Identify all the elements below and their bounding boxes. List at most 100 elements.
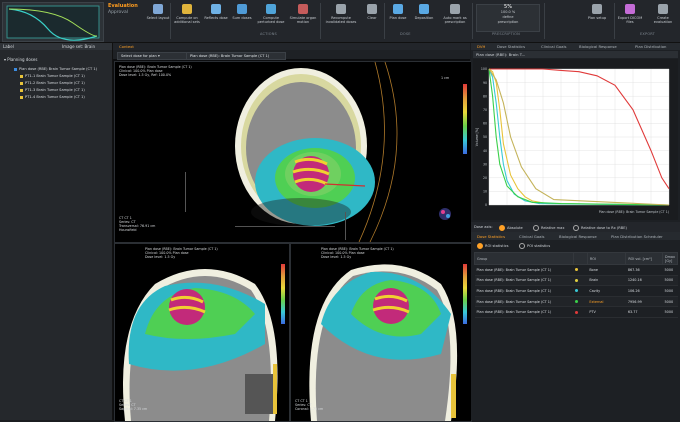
tree-item[interactable]: PT1-2 Brain Tumor Sample (CT 1) [20, 81, 85, 85]
y-tick-label: 10 [483, 190, 487, 194]
prescription-icon [450, 4, 460, 14]
sagittal-view[interactable]: Plan dose (RBE): Brain Tumor Sample (CT … [114, 243, 290, 422]
y-tick-label: 60 [483, 122, 487, 126]
sum-doses-button[interactable]: Sum doses [230, 4, 254, 20]
clear-button[interactable]: Clear [362, 4, 382, 20]
radio-icon [533, 224, 539, 231]
compute-additional-button[interactable]: Compute on additional sets [172, 4, 202, 24]
dose-title-dropdown[interactable]: Plan dose (RBE): Brain Tumor Sample (CT … [186, 52, 286, 60]
tab-clinical-goals-2[interactable]: Clinical Goals [515, 233, 549, 240]
column-header[interactable]: Group [474, 252, 574, 265]
radio-icon [477, 243, 483, 249]
create-evaluation-button[interactable]: Create evaluation [648, 4, 678, 24]
y-tick-label: 30 [483, 162, 487, 166]
right-panel-tabs: DVH Dose Statistics Clinical Goals Biolo… [471, 43, 680, 50]
roi-color-icon [575, 268, 579, 272]
table-row[interactable]: Plan dose (RBE): Brain Tumor Sample (CT … [474, 306, 678, 318]
dose-select-dropdown[interactable]: Select dose for plan ▾ [117, 52, 187, 60]
roi-cell: PTV [587, 306, 626, 318]
y-tick-label: 80 [483, 94, 487, 98]
dmax-cell: 5000 [662, 296, 678, 308]
axial-image [185, 62, 451, 242]
option-roi-stats[interactable]: ROI statistics [477, 243, 509, 249]
table-row[interactable]: Plan dose (RBE): Brain Tumor Sample (CT … [474, 275, 678, 287]
clear-icon [367, 4, 377, 14]
tab-biological-response[interactable]: Biological Response [575, 43, 621, 50]
image-info-line: Sagittal: 7.35 cm [119, 407, 148, 411]
radio-icon [499, 224, 505, 231]
column-header[interactable]: ROI vol. [cm³] [625, 252, 663, 265]
recompute-button[interactable]: Recompute invalidated doses [324, 4, 358, 24]
sagittal-image [123, 269, 278, 421]
tab-dose-stats[interactable]: Dose Statistics [473, 233, 509, 240]
export-dicom-button[interactable]: Export DICOM files [616, 4, 644, 24]
tree-item[interactable]: PT1-4 Brain Tumor Sample (CT 1) [20, 95, 85, 99]
group-cell: Plan dose (RBE): Brain Tumor Sample (CT … [474, 275, 574, 287]
radio-icon [519, 243, 525, 249]
option-relative-max[interactable]: Relative max [533, 224, 564, 231]
roi-color-icon [575, 310, 579, 314]
organ-motion-icon [298, 4, 308, 14]
coronal-image [309, 264, 458, 421]
y-tick-label: 90 [483, 81, 487, 85]
plan-setup-icon [592, 4, 602, 14]
group-cell: Plan dose (RBE): Brain Tumor Sample (CT … [474, 264, 574, 276]
plan-setup-button[interactable]: Plan setup [584, 4, 610, 20]
auto-mark-prescription-button[interactable]: Auto mark as prescription [440, 4, 470, 24]
dose-statistics-table: Group ROI ROI vol. [cm³] Dmax [Gy] Plan … [474, 252, 678, 318]
tab-context[interactable]: Context [115, 43, 138, 50]
image-set-header[interactable]: Image set: Brain [62, 44, 95, 49]
chevron-down-icon: ▾ [157, 54, 160, 58]
select-layout-button[interactable]: Select layout [146, 4, 170, 20]
table-row[interactable]: Plan dose (RBE): Brain Tumor Sample (CT … [474, 285, 678, 297]
y-tick-label: 20 [483, 176, 487, 180]
option-relative-rx[interactable]: Relative dose to Rx (RBE) [573, 224, 627, 231]
option-poi-stats[interactable]: POI statistics [519, 243, 550, 249]
simulate-organ-motion-button[interactable]: Simulate organ motion [288, 4, 318, 24]
plan-dose-icon [393, 4, 403, 14]
dvh-title-bar: Plan dose (RBE): Brain T... [473, 51, 678, 58]
ribbon: Evaluation Approval Select layout Comput… [0, 0, 680, 43]
tab-clinical-goals[interactable]: Clinical Goals [537, 43, 571, 50]
tab-bio-response-2[interactable]: Biological Response [555, 233, 601, 240]
tab-plan-scheduler[interactable]: Plan Distribution Scheduler [607, 233, 667, 240]
evaluation-icon [658, 4, 668, 14]
dose-color-icon [20, 95, 23, 99]
option-absolute[interactable]: Absolute [499, 224, 523, 231]
image-info-line: Hounsfield [119, 228, 137, 232]
module-thumbnail[interactable] [2, 2, 104, 42]
prescription-box[interactable]: 5% 100.0 % define prescription [476, 4, 540, 32]
dvh-title: Plan dose (RBE): Brain T... [476, 52, 526, 57]
tab-dvh[interactable]: DVH [473, 43, 489, 50]
reflect-dose-button[interactable]: Reflects dose [204, 4, 228, 20]
planning-doses-section[interactable]: ▾ Planning doses [4, 57, 37, 62]
dose-color-icon [20, 88, 23, 92]
deposition-button[interactable]: Deposition [412, 4, 436, 20]
column-header[interactable]: Dmax [Gy] [662, 252, 678, 265]
column-header[interactable] [572, 252, 588, 265]
tab-plan-distribution[interactable]: Plan Distribution [631, 43, 670, 50]
context-bar: Context [113, 43, 470, 50]
reflect-icon [211, 4, 221, 14]
tab-dose-statistics[interactable]: Dose Statistics [493, 43, 529, 50]
group-cell: Plan dose (RBE): Brain Tumor Sample (CT … [474, 285, 574, 297]
table-row[interactable]: Plan dose (RBE): Brain Tumor Sample (CT … [474, 264, 678, 276]
y-tick-label: 40 [483, 149, 487, 153]
group-actions-label: ACTIONS [260, 32, 277, 36]
plan-dose-button[interactable]: Plan dose [386, 4, 410, 20]
dose-colorbar [463, 264, 467, 324]
column-header[interactable]: ROI [586, 252, 627, 265]
coronal-view[interactable]: Plan dose (RBE): Brain Tumor Sample (CT … [290, 243, 472, 422]
axial-view[interactable]: Plan dose (RBE): Brain Tumor Sample (CT … [114, 61, 472, 243]
compute-perturbed-button[interactable]: Compute perturbed dose [256, 4, 286, 24]
y-axis-label: Volume [%] [475, 128, 479, 146]
roi-cell: External [587, 296, 626, 308]
volume-cell: 1240.16 [625, 275, 663, 287]
tree-item[interactable]: Plan dose (RBE) Brain Tumor Sample (CT 1… [14, 67, 97, 71]
roi-color-icon [575, 300, 579, 304]
dvh-chart[interactable]: 0 10 20 30 40 50 60 70 80 90 100 Volume [%] Plan dos… [473, 59, 678, 220]
tree-item[interactable]: PT1-3 Brain Tumor Sample (CT 1) [20, 88, 85, 92]
table-row[interactable]: Plan dose (RBE): Brain Tumor Sample (CT … [474, 296, 678, 308]
tree-item[interactable]: PT1-1 Brain Tumor Sample (CT 1) [20, 74, 85, 78]
image-info-line: Coronal: 1.75 cm [295, 407, 324, 411]
